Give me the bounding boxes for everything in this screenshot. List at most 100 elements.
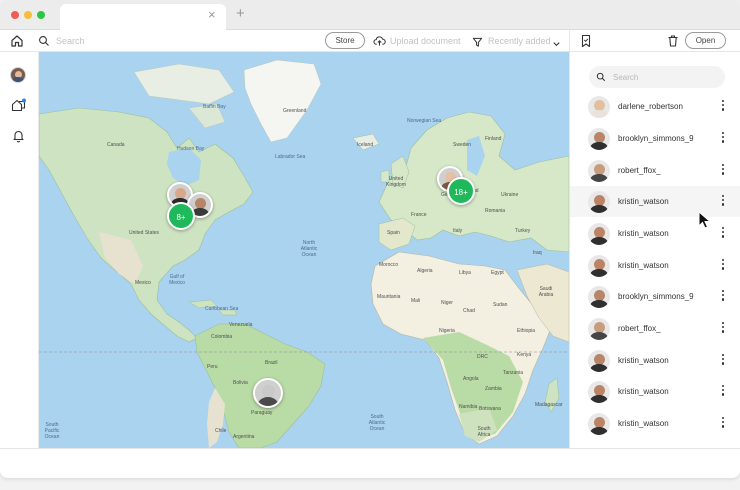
map-label-argentina: Argentina bbox=[233, 434, 255, 440]
world-map[interactable]: Baffin Bay Greenland Hudson Bay Labrador… bbox=[39, 52, 569, 448]
map-label-nigeria: Nigeria bbox=[439, 328, 455, 334]
list-item[interactable]: kristin_watson bbox=[570, 186, 740, 217]
map-label-bolivia: Bolivia bbox=[233, 380, 248, 386]
minimize-window-dot[interactable] bbox=[24, 11, 32, 19]
tab-close-icon[interactable]: × bbox=[208, 7, 216, 23]
map-label-baffin-bay: Baffin Bay bbox=[203, 104, 226, 110]
username: robert_ffox_ bbox=[618, 166, 661, 175]
more-vertical-icon[interactable] bbox=[720, 259, 726, 273]
map-label-ethiopia: Ethiopia bbox=[517, 328, 536, 334]
home-icon[interactable] bbox=[10, 34, 24, 48]
filter-icon[interactable] bbox=[472, 35, 483, 49]
map-cluster-north-america[interactable]: 8+ bbox=[167, 202, 195, 230]
avatar bbox=[588, 191, 610, 213]
map-label-colombia: Colombia bbox=[211, 334, 233, 340]
list-item[interactable]: kristin_watson bbox=[570, 408, 740, 439]
more-vertical-icon[interactable] bbox=[720, 354, 726, 368]
map-label-mauritania: Mauritania bbox=[377, 294, 401, 300]
maximize-window-dot[interactable] bbox=[37, 11, 45, 19]
map-label-drc: DRC bbox=[477, 354, 488, 360]
avatar bbox=[588, 350, 610, 372]
list-item[interactable]: brooklyn_simmons_9 bbox=[570, 281, 740, 312]
open-button[interactable]: Open bbox=[685, 32, 726, 49]
map-label-ukraine: Ukraine bbox=[501, 192, 519, 198]
username: kristin_watson bbox=[618, 261, 669, 270]
map-label-chad: Chad bbox=[463, 308, 475, 314]
map-label-namibia: Namibia bbox=[459, 404, 478, 410]
avatar bbox=[588, 96, 610, 118]
new-tab-icon[interactable]: + bbox=[236, 6, 245, 22]
user-search-input[interactable]: Search bbox=[613, 73, 638, 82]
list-item[interactable]: kristin_watson bbox=[570, 376, 740, 407]
map-label-iceland: Iceland bbox=[357, 142, 374, 148]
avatar bbox=[588, 381, 610, 403]
map-label-gulf-of-mexico: Gulf of Mexico bbox=[169, 274, 185, 286]
map-label-turkey: Turkey bbox=[515, 228, 531, 234]
close-window-dot[interactable] bbox=[11, 11, 19, 19]
more-vertical-icon[interactable] bbox=[720, 290, 726, 304]
map-label-zambia: Zambia bbox=[485, 386, 502, 392]
sort-dropdown[interactable]: Recently added bbox=[488, 36, 551, 46]
browser-tab[interactable] bbox=[60, 4, 226, 30]
avatar bbox=[588, 223, 610, 245]
browser-window: × + Search Store Upload document Recentl… bbox=[0, 0, 740, 478]
chevron-down-icon[interactable] bbox=[552, 37, 561, 51]
more-vertical-icon[interactable] bbox=[720, 195, 726, 209]
more-vertical-icon[interactable] bbox=[720, 132, 726, 146]
trash-icon[interactable] bbox=[666, 34, 680, 48]
map-label-tanzania: Tanzania bbox=[503, 370, 524, 376]
user-search-field[interactable]: Search bbox=[589, 66, 725, 88]
avatar[interactable] bbox=[10, 67, 26, 83]
more-vertical-icon[interactable] bbox=[720, 322, 726, 336]
more-vertical-icon[interactable] bbox=[720, 227, 726, 241]
map-label-finland: Finland bbox=[485, 136, 502, 142]
bookmark-icon[interactable] bbox=[579, 34, 593, 48]
list-item[interactable]: robert_ffox_ bbox=[570, 313, 740, 344]
map-label-iraq: Iraq bbox=[533, 250, 542, 256]
avatar bbox=[588, 255, 610, 277]
upload-document-button[interactable]: Upload document bbox=[390, 36, 461, 46]
store-button[interactable]: Store bbox=[325, 32, 365, 49]
avatar bbox=[588, 286, 610, 308]
map-label-egypt: Egypt bbox=[491, 270, 504, 276]
map-label-united-states: United States bbox=[129, 230, 160, 236]
user-pin-south-america[interactable] bbox=[253, 378, 283, 408]
mouse-cursor-icon bbox=[698, 211, 712, 229]
username: darlene_robertson bbox=[618, 102, 683, 111]
username: kristin_watson bbox=[618, 419, 669, 428]
map-label-romania: Romania bbox=[485, 208, 506, 214]
layers-icon[interactable] bbox=[11, 98, 27, 112]
list-item[interactable]: kristin_watson bbox=[570, 218, 740, 249]
username: kristin_watson bbox=[618, 229, 669, 238]
map-label-italy: Italy bbox=[453, 228, 463, 234]
map-label-labrador-sea: Labrador Sea bbox=[275, 154, 306, 160]
more-vertical-icon[interactable] bbox=[720, 385, 726, 399]
list-item[interactable]: brooklyn_simmons_9 bbox=[570, 123, 740, 154]
map-label-morocco: Morocco bbox=[379, 262, 399, 268]
list-item[interactable]: robert_ffox_ bbox=[570, 155, 740, 186]
map-label-mexico: Mexico bbox=[135, 280, 151, 286]
bell-icon[interactable] bbox=[12, 129, 25, 143]
map-label-south-africa: South Africa bbox=[477, 426, 491, 438]
map-label-algeria: Algeria bbox=[417, 268, 433, 274]
list-item[interactable]: darlene_robertson bbox=[570, 91, 740, 122]
title-bar: × + bbox=[0, 0, 740, 30]
username: robert_ffox_ bbox=[618, 324, 661, 333]
more-vertical-icon[interactable] bbox=[720, 164, 726, 178]
list-item[interactable]: kristin_watson bbox=[570, 250, 740, 281]
map-label-caribbean-sea: Caribbean Sea bbox=[205, 306, 239, 312]
username: kristin_watson bbox=[618, 387, 669, 396]
username: brooklyn_simmons_9 bbox=[618, 134, 694, 143]
map-label-north-atlantic: North Atlantic Ocean bbox=[300, 240, 318, 258]
map-label-libya: Libya bbox=[459, 270, 471, 276]
more-vertical-icon[interactable] bbox=[720, 417, 726, 431]
footer-area bbox=[0, 448, 740, 478]
list-item[interactable]: kristin_watson bbox=[570, 345, 740, 376]
map-cluster-europe[interactable]: 18+ bbox=[447, 177, 475, 205]
map-label-south-pacific: South Pacific Ocean bbox=[44, 422, 60, 440]
map-label-norwegian-sea: Norwegian Sea bbox=[407, 118, 442, 124]
search-input[interactable]: Search bbox=[56, 36, 85, 46]
cloud-upload-icon[interactable] bbox=[373, 34, 386, 48]
map-label-madagascar: Madagascar bbox=[535, 402, 563, 408]
more-vertical-icon[interactable] bbox=[720, 100, 726, 114]
